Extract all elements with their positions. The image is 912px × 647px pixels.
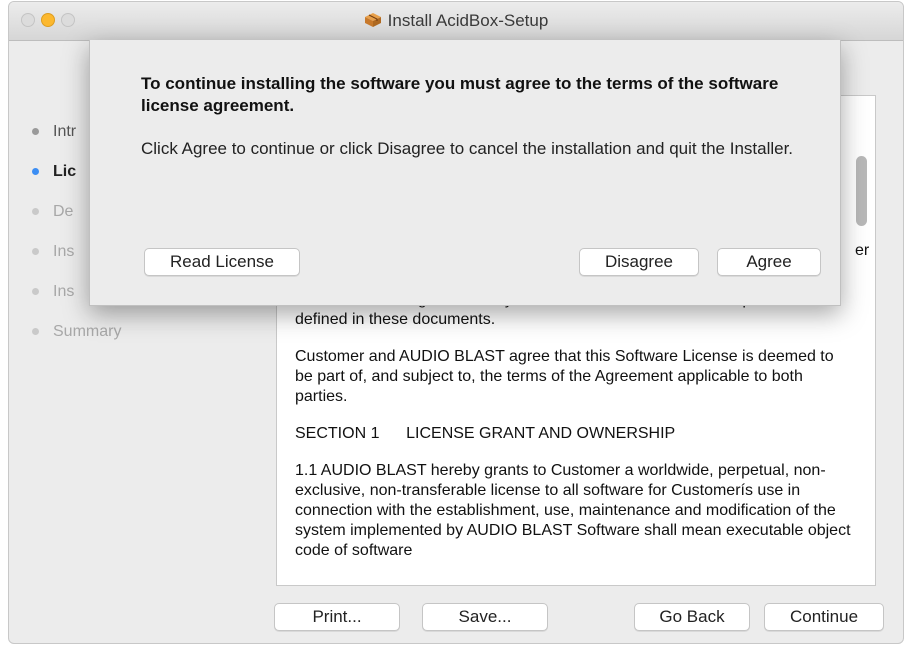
step-dot bbox=[32, 328, 39, 335]
window-title-area: Install AcidBox-Setup bbox=[9, 11, 903, 33]
window-title: Install AcidBox-Setup bbox=[387, 11, 549, 30]
step-label: Intr bbox=[53, 123, 77, 140]
read-license-button[interactable]: Read License bbox=[144, 248, 300, 276]
step-label: Ins bbox=[53, 243, 75, 260]
step-summary: Summary bbox=[27, 322, 121, 362]
step-label: Summary bbox=[53, 323, 122, 340]
step-label: Lic bbox=[53, 163, 77, 180]
license-paragraph: 1.1 AUDIO BLAST hereby grants to Custome… bbox=[295, 462, 851, 559]
step-dot bbox=[32, 168, 39, 175]
step-label: De bbox=[53, 203, 74, 220]
step-label: Ins bbox=[53, 283, 75, 300]
sheet-message: Click Agree to continue or click Disagre… bbox=[141, 139, 794, 158]
agree-button[interactable]: Agree bbox=[717, 248, 821, 276]
step-dot bbox=[32, 208, 39, 215]
step-dot bbox=[32, 128, 39, 135]
package-icon bbox=[364, 12, 382, 33]
installer-window: Install AcidBox-Setup Intr Lic De Ins In… bbox=[8, 1, 904, 644]
clipped-text-fragment: er bbox=[855, 242, 870, 259]
agree-sheet: To continue installing the software you … bbox=[89, 40, 841, 306]
continue-button[interactable]: Continue bbox=[764, 603, 884, 631]
print-button[interactable]: Print... bbox=[274, 603, 400, 631]
go-back-button[interactable]: Go Back bbox=[634, 603, 750, 631]
title-bar: Install AcidBox-Setup bbox=[9, 2, 903, 41]
license-text: documents and agreement. System shall me… bbox=[295, 290, 851, 578]
step-dot bbox=[32, 288, 39, 295]
step-dot bbox=[32, 248, 39, 255]
scrollbar-thumb[interactable] bbox=[856, 156, 867, 226]
license-section-heading: SECTION 1 LICENSE GRANT AND OWNERSHIP bbox=[295, 425, 676, 442]
sheet-heading: To continue installing the software you … bbox=[141, 74, 779, 115]
save-button[interactable]: Save... bbox=[422, 603, 548, 631]
disagree-button[interactable]: Disagree bbox=[579, 248, 699, 276]
license-paragraph: Customer and AUDIO BLAST agree that this… bbox=[295, 348, 834, 405]
